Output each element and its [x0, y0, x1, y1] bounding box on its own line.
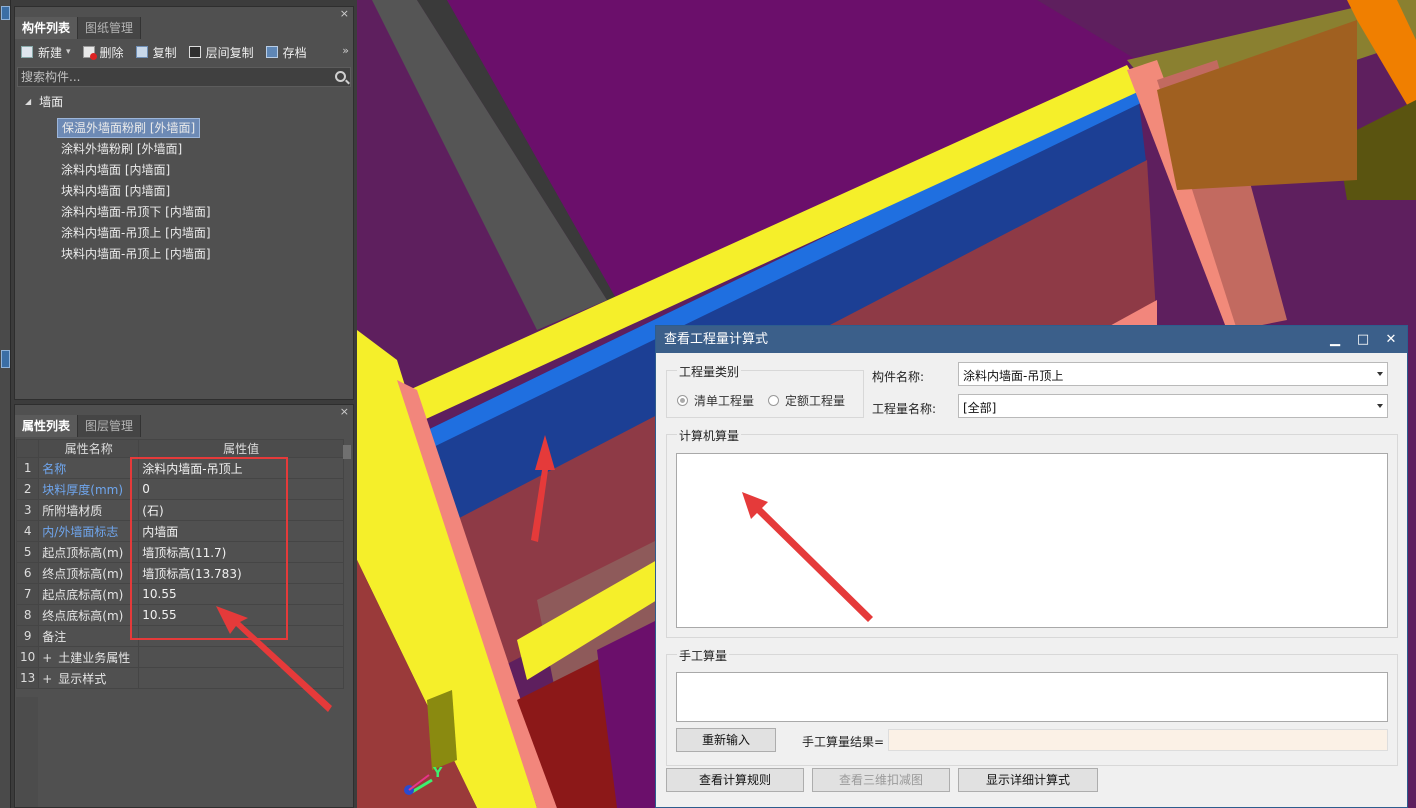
red-arrow-icon — [742, 492, 873, 622]
view-rules-button[interactable]: 查看计算规则 — [666, 768, 804, 792]
view-3d-deduction-button: 查看三维扣减图 — [812, 768, 950, 792]
reenter-button[interactable]: 重新输入 — [676, 728, 776, 752]
red-arrow-icon — [216, 606, 332, 712]
annotation-arrow-layer — [216, 606, 332, 712]
axis-y-label: Y — [433, 766, 443, 781]
quantity-formula-dialog: 查看工程量计算式 ▁ □ ✕ 工程量类别 清单工程量 定额工程量 构件名称: 涂… — [655, 325, 1408, 808]
manual-result-field — [888, 729, 1388, 751]
manual-result-label: 手工算量结果= — [802, 735, 885, 749]
manual-calc-title: 手工算量 — [677, 647, 730, 664]
manual-calc-textarea[interactable] — [676, 672, 1388, 722]
show-detail-formula-button[interactable]: 显示详细计算式 — [958, 768, 1098, 792]
